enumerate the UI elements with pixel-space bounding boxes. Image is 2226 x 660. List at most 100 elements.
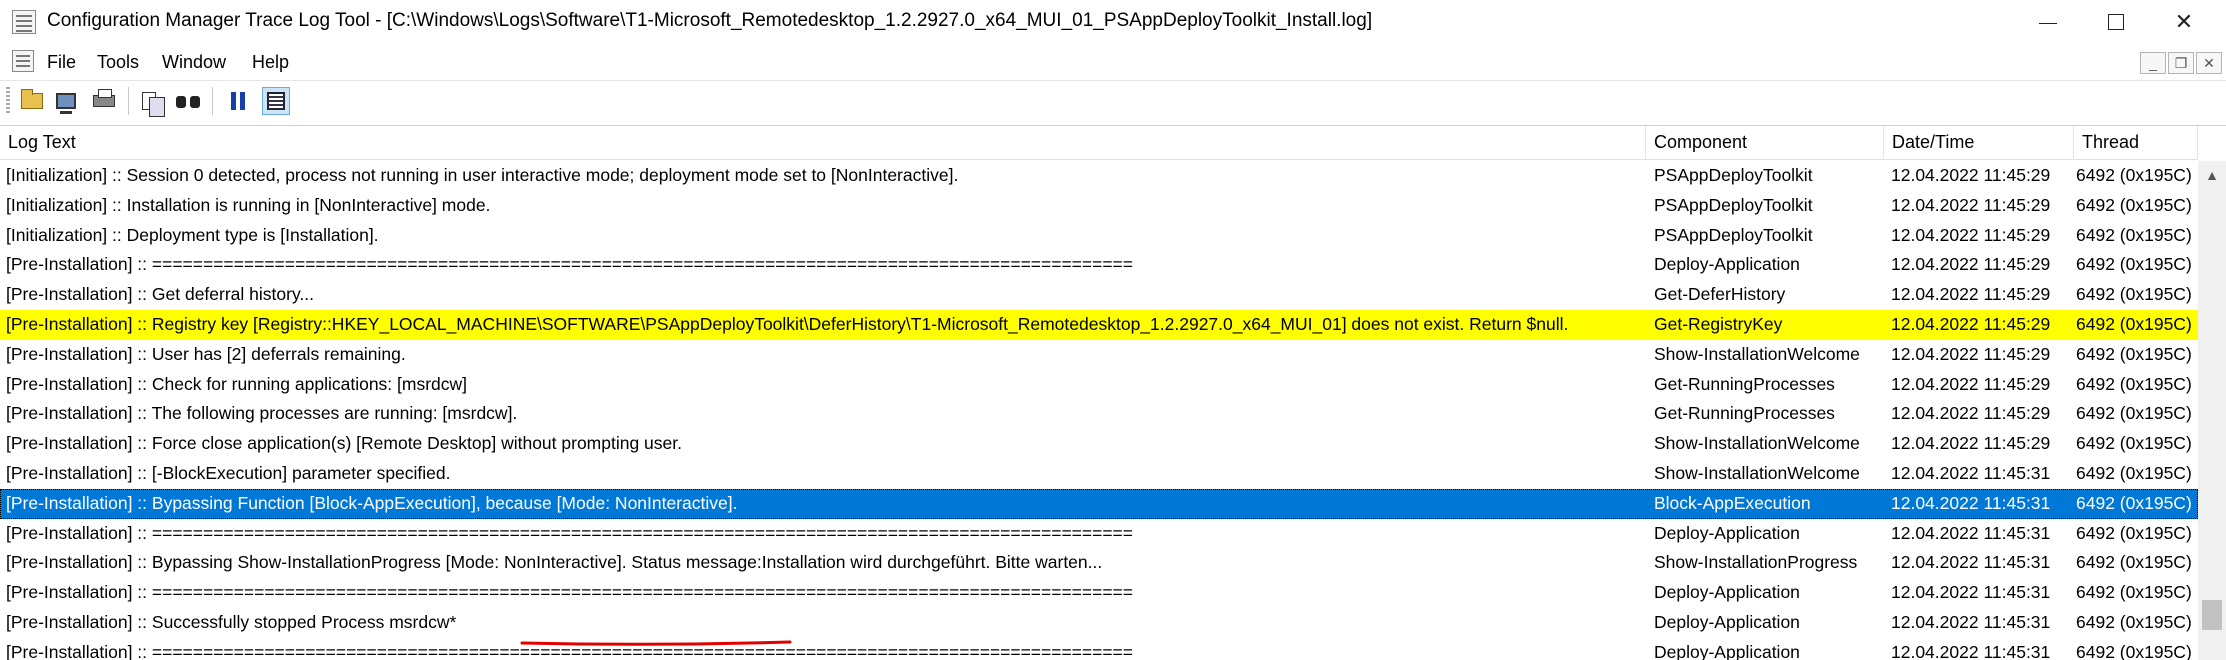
- log-row[interactable]: [Pre-Installation] :: ==================…: [0, 578, 2198, 608]
- document-icon[interactable]: [12, 50, 34, 72]
- log-row[interactable]: [Pre-Installation] :: Bypassing Show-Ins…: [0, 548, 2198, 578]
- list-icon: [267, 92, 285, 110]
- log-text-cell: [Pre-Installation] :: Bypassing Show-Ins…: [6, 552, 1103, 573]
- find-icon: [176, 94, 200, 108]
- log-row[interactable]: [Pre-Installation] :: ==================…: [0, 250, 2198, 280]
- log-text-cell: [Pre-Installation] :: ==================…: [6, 641, 1133, 660]
- thread-cell: 6492 (0x195C): [2076, 254, 2192, 275]
- datetime-cell: 12.04.2022 11:45:29: [1891, 433, 2051, 454]
- print-button[interactable]: [90, 87, 118, 115]
- log-row[interactable]: [Pre-Installation] :: ==================…: [0, 519, 2198, 549]
- mdi-close-button[interactable]: ✕: [2196, 52, 2222, 74]
- log-row[interactable]: [Initialization] :: Installation is runn…: [0, 191, 2198, 221]
- log-row[interactable]: [Pre-Installation] :: [-BlockExecution] …: [0, 459, 2198, 489]
- column-header-datetime[interactable]: Date/Time: [1884, 126, 2074, 160]
- datetime-cell: 12.04.2022 11:45:31: [1891, 492, 2051, 513]
- log-row[interactable]: [Pre-Installation] :: ==================…: [0, 638, 2198, 660]
- thread-cell: 6492 (0x195C): [2076, 165, 2192, 185]
- log-row[interactable]: [Initialization] :: Deployment type is […: [0, 221, 2198, 251]
- thread-cell: 6492 (0x195C): [2076, 582, 2192, 603]
- menu-help[interactable]: Help: [252, 52, 289, 73]
- log-row[interactable]: [Pre-Installation] :: Registry key [Regi…: [0, 309, 2198, 340]
- datetime-cell: 12.04.2022 11:45:31: [1891, 522, 2051, 543]
- log-row[interactable]: [Pre-Installation] :: Check for running …: [0, 370, 2198, 400]
- thread-cell: 6492 (0x195C): [2076, 522, 2192, 543]
- pause-button[interactable]: [224, 87, 252, 115]
- datetime-cell: 12.04.2022 11:45:29: [1891, 224, 2051, 245]
- thread-cell: 6492 (0x195C): [2076, 433, 2192, 454]
- copy-button[interactable]: [138, 87, 166, 117]
- title-bar: Configuration Manager Trace Log Tool - […: [0, 0, 2226, 44]
- menu-file[interactable]: File: [47, 52, 76, 73]
- column-header-row: Log Text Component Date/Time Thread: [0, 126, 2198, 160]
- scrollbar-thumb[interactable]: [2202, 600, 2222, 630]
- component-cell: Show-InstallationWelcome: [1654, 433, 1860, 454]
- scroll-up-arrow-icon[interactable]: ▲: [2198, 161, 2226, 189]
- datetime-cell: 12.04.2022 11:45:29: [1891, 343, 2051, 364]
- vertical-scrollbar[interactable]: ▲: [2198, 161, 2226, 660]
- maximize-icon: [2108, 14, 2124, 30]
- open-remote-button[interactable]: [52, 87, 80, 115]
- log-text-cell: [Pre-Installation] :: ==================…: [6, 522, 1133, 543]
- component-cell: Get-DeferHistory: [1654, 284, 1786, 305]
- menu-tools[interactable]: Tools: [97, 52, 139, 73]
- datetime-cell: 12.04.2022 11:45:31: [1891, 611, 2051, 632]
- close-button[interactable]: ✕: [2150, 0, 2218, 44]
- app-icon: [12, 10, 36, 34]
- log-text-cell: [Pre-Installation] :: Bypassing Function…: [6, 492, 738, 513]
- info-pane-toggle-button[interactable]: [262, 87, 290, 115]
- log-row[interactable]: [Pre-Installation] :: Force close applic…: [0, 429, 2198, 459]
- log-text-cell: [Pre-Installation] :: Get deferral histo…: [6, 284, 314, 305]
- component-cell: Show-InstallationWelcome: [1654, 343, 1860, 364]
- log-text-cell: [Pre-Installation] :: Force close applic…: [6, 433, 682, 454]
- log-row[interactable]: [Pre-Installation] :: Successfully stopp…: [0, 608, 2198, 638]
- component-cell: Get-RegistryKey: [1654, 313, 1783, 334]
- toolbar-separator: [128, 87, 129, 115]
- datetime-cell: 12.04.2022 11:45:31: [1891, 641, 2051, 660]
- mdi-restore-button[interactable]: ❐: [2168, 52, 2194, 74]
- close-icon: ✕: [2174, 9, 2194, 34]
- log-text-cell: [Initialization] :: Session 0 detected, …: [6, 165, 959, 185]
- datetime-cell: 12.04.2022 11:45:31: [1891, 582, 2051, 603]
- thread-cell: 6492 (0x195C): [2076, 224, 2192, 245]
- thread-cell: 6492 (0x195C): [2076, 403, 2192, 424]
- window-title: Configuration Manager Trace Log Tool - […: [47, 10, 1373, 31]
- thread-cell: 6492 (0x195C): [2076, 611, 2192, 632]
- datetime-cell: 12.04.2022 11:45:29: [1891, 313, 2051, 334]
- log-row[interactable]: [Pre-Installation] :: User has [2] defer…: [0, 340, 2198, 370]
- log-text-cell: [Pre-Installation] :: Successfully stopp…: [6, 611, 457, 632]
- component-cell: Deploy-Application: [1654, 582, 1800, 603]
- log-rows: [Initialization] :: Session 0 detected, …: [0, 161, 2198, 660]
- component-cell: Show-InstallationProgress: [1654, 552, 1858, 573]
- log-row[interactable]: [Pre-Installation] :: The following proc…: [0, 399, 2198, 429]
- minimize-button[interactable]: [2014, 0, 2082, 44]
- thread-cell: 6492 (0x195C): [2076, 492, 2192, 513]
- toolbar-grip[interactable]: [6, 87, 10, 115]
- datetime-cell: 12.04.2022 11:45:29: [1891, 403, 2051, 424]
- open-button[interactable]: [18, 87, 46, 115]
- component-cell: Show-InstallationWelcome: [1654, 462, 1860, 483]
- column-header-log-text[interactable]: Log Text: [0, 126, 1646, 160]
- log-row[interactable]: [Pre-Installation] :: Get deferral histo…: [0, 280, 2198, 310]
- log-list: Log Text Component Date/Time Thread [Ini…: [0, 125, 2226, 660]
- mdi-minimize-button[interactable]: _: [2140, 52, 2166, 74]
- component-cell: Deploy-Application: [1654, 641, 1800, 660]
- datetime-cell: 12.04.2022 11:45:29: [1891, 254, 2051, 275]
- log-text-cell: [Pre-Installation] :: Registry key [Regi…: [6, 313, 1569, 334]
- component-cell: Deploy-Application: [1654, 254, 1800, 275]
- toolbar-separator: [212, 87, 213, 115]
- maximize-button[interactable]: [2082, 0, 2150, 44]
- log-row[interactable]: [Pre-Installation] :: Bypassing Function…: [0, 488, 2198, 519]
- log-row[interactable]: [Initialization] :: Session 0 detected, …: [0, 161, 2198, 191]
- column-header-component[interactable]: Component: [1646, 126, 1884, 160]
- menu-window[interactable]: Window: [162, 52, 226, 73]
- datetime-cell: 12.04.2022 11:45:31: [1891, 462, 2051, 483]
- red-underline-annotation: [520, 640, 792, 646]
- find-button[interactable]: [174, 87, 202, 115]
- minimize-icon: [2039, 22, 2057, 24]
- log-text-cell: [Pre-Installation] :: ==================…: [6, 254, 1133, 275]
- thread-cell: 6492 (0x195C): [2076, 343, 2192, 364]
- print-icon: [93, 89, 115, 107]
- column-header-thread[interactable]: Thread: [2074, 126, 2198, 160]
- toolbar: [0, 80, 2226, 122]
